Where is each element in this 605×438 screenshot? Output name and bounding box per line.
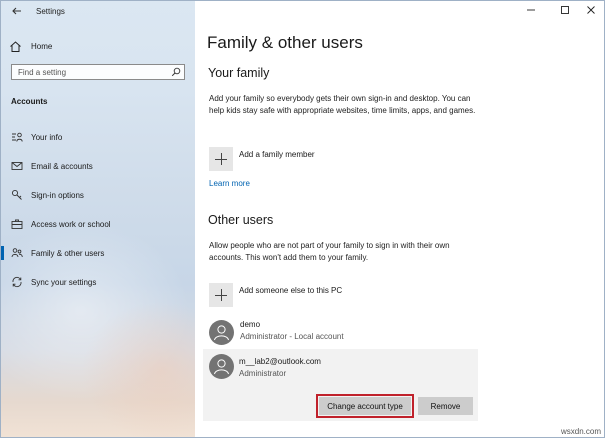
envelope-icon <box>11 162 23 170</box>
your-family-heading: Your family <box>208 66 270 80</box>
sidebar-item-label: Access work or school <box>31 220 111 229</box>
sidebar-item-label: Sign-in options <box>31 191 84 200</box>
watermark: wsxdn.com <box>560 427 601 436</box>
other-users-description: Allow people who are not part of your fa… <box>209 241 450 262</box>
your-family-description: Add your family so everybody gets their … <box>209 94 476 115</box>
other-users-heading: Other users <box>208 213 274 227</box>
main-content: Family & other users Your family Add you… <box>195 1 604 437</box>
sidebar-item-family-other-users[interactable]: Family & other users <box>1 243 195 263</box>
add-family-member-label: Add a family member <box>239 149 315 159</box>
plus-icon <box>209 147 233 171</box>
sidebar-item-your-info[interactable]: Your info <box>1 127 195 147</box>
sync-icon <box>12 276 22 288</box>
people-icon <box>11 248 23 258</box>
home-nav-item[interactable]: Home <box>9 39 52 53</box>
add-someone-else-button[interactable]: Add someone else to this PC <box>209 283 342 307</box>
sidebar-item-email-accounts[interactable]: Email & accounts <box>1 156 195 176</box>
sidebar-item-label: Family & other users <box>31 249 105 258</box>
back-arrow-icon[interactable] <box>10 4 24 18</box>
section-label-accounts: Accounts <box>11 97 48 106</box>
user-item-demo[interactable]: demo Administrator - Local account <box>203 316 478 350</box>
change-account-type-button[interactable]: Change account type <box>316 394 414 418</box>
home-label: Home <box>31 41 53 51</box>
close-button[interactable] <box>581 4 601 16</box>
sidebar-item-sync-settings[interactable]: Sync your settings <box>1 272 195 292</box>
user-item-expanded[interactable]: m__lab2@outlook.com Administrator Change… <box>203 349 478 421</box>
app-title: Settings <box>36 7 65 16</box>
user-role: Administrator <box>239 369 287 378</box>
active-indicator <box>1 246 4 260</box>
briefcase-icon <box>11 219 23 229</box>
learn-more-link[interactable]: Learn more <box>209 179 250 188</box>
plus-icon <box>209 283 233 307</box>
user-name: demo <box>240 320 261 329</box>
page-title: Family & other users <box>207 33 363 52</box>
person-card-icon <box>12 132 23 142</box>
add-family-member-button[interactable]: Add a family member <box>209 147 315 171</box>
search-input[interactable]: Find a setting <box>11 64 185 80</box>
search-placeholder: Find a setting <box>18 68 67 77</box>
settings-window: Settings Home Find a setting Accounts Yo… <box>0 0 605 438</box>
user-avatar-icon <box>209 320 234 345</box>
sidebar-item-label: Email & accounts <box>31 162 93 171</box>
sidebar-item-access-work-school[interactable]: Access work or school <box>1 214 195 234</box>
user-role: Administrator - Local account <box>240 332 344 341</box>
sidebar-item-label: Sync your settings <box>31 278 97 287</box>
sidebar-item-label: Your info <box>31 133 63 142</box>
minimize-icon <box>527 9 535 11</box>
search-icon[interactable] <box>171 67 181 77</box>
maximize-icon <box>561 6 569 14</box>
key-icon <box>11 189 22 200</box>
close-icon <box>587 6 595 14</box>
maximize-button[interactable] <box>555 4 575 16</box>
remove-button[interactable]: Remove <box>418 397 473 415</box>
add-someone-else-label: Add someone else to this PC <box>239 285 343 295</box>
user-avatar-icon <box>209 354 234 379</box>
user-name: m__lab2@outlook.com <box>239 357 321 366</box>
sidebar-item-sign-in-options[interactable]: Sign-in options <box>1 185 195 205</box>
sidebar: Settings Home Find a setting Accounts Yo… <box>1 1 195 437</box>
minimize-button[interactable] <box>521 4 541 16</box>
home-icon <box>10 40 21 52</box>
